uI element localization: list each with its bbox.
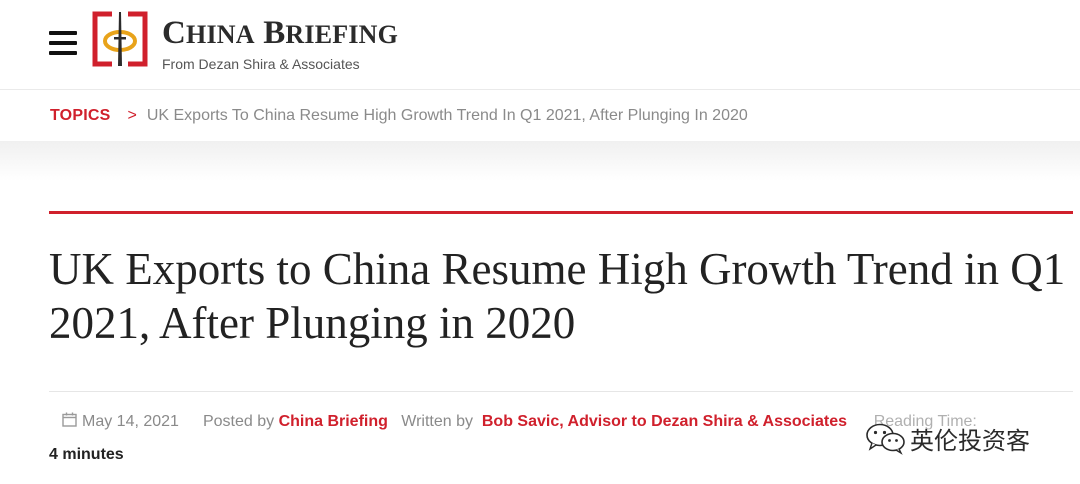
breadcrumb-topics-link[interactable]: TOPICS	[50, 107, 110, 125]
hamburger-menu-icon[interactable]	[49, 31, 77, 55]
calendar-icon	[62, 412, 77, 427]
breadcrumb-separator: >	[127, 107, 137, 124]
breadcrumb-current-page: UK Exports To China Resume High Growth T…	[146, 107, 748, 124]
watermark-text: 英伦投资客	[910, 426, 1030, 455]
written-by-label: Written by	[401, 413, 473, 430]
site-logo[interactable]: CHINA BRIEFING From Dezan Shira & Associ…	[92, 10, 452, 72]
menu-bar	[49, 51, 77, 55]
article-title: UK Exports to China Resume High Growth T…	[49, 244, 1066, 348]
logo-subtitle: From Dezan Shira & Associates	[162, 56, 360, 72]
posted-by-link[interactable]: China Briefing	[279, 413, 388, 430]
publish-date: May 14, 2021	[82, 413, 179, 430]
logo-text: CHINA BRIEFING From Dezan Shira & Associ…	[162, 10, 398, 72]
meta-divider	[49, 391, 1073, 392]
posted-by-label: Posted by	[202, 413, 275, 430]
reading-time-value: 4 minutes	[49, 446, 124, 463]
author-link[interactable]: Bob Savic, Advisor to Dezan Shira & Asso…	[482, 413, 847, 430]
china-briefing-logo-icon	[92, 11, 148, 67]
site-header: CHINA BRIEFING From Dezan Shira & Associ…	[0, 0, 1080, 90]
breadcrumb: TOPICS > UK Exports To China Resume High…	[0, 91, 1080, 141]
menu-bar	[49, 41, 77, 45]
title-divider	[49, 211, 1073, 214]
wechat-icon	[866, 423, 905, 455]
logo-title: CHINA BRIEFING	[162, 15, 399, 51]
menu-bar	[49, 31, 77, 35]
section-shade	[0, 141, 1080, 181]
page: CHINA BRIEFING From Dezan Shira & Associ…	[0, 0, 1080, 484]
wechat-watermark: 英伦投资客	[864, 420, 1030, 456]
